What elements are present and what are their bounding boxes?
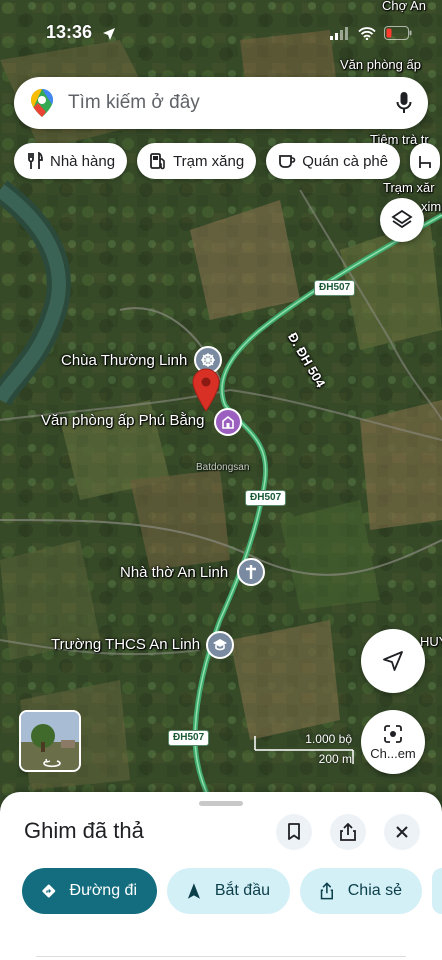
chip-coffee[interactable]: Quán cà phê bbox=[266, 143, 401, 179]
share-button[interactable]: Chia sẻ bbox=[300, 868, 422, 914]
navigation-arrow-icon bbox=[383, 651, 403, 671]
chip-restaurants[interactable]: Nhà hàng bbox=[14, 143, 128, 179]
battery-icon bbox=[384, 26, 412, 40]
status-time: 13:36 bbox=[46, 22, 93, 42]
road-shield-dh507: ĐH507 bbox=[245, 490, 287, 506]
share-icon bbox=[340, 823, 356, 841]
location-arrow-icon bbox=[103, 28, 115, 40]
scale-metric: 200 m bbox=[318, 752, 352, 766]
status-icons bbox=[330, 26, 412, 40]
lens-button[interactable]: Ch...em bbox=[361, 710, 425, 774]
start-label: Bắt đầu bbox=[214, 882, 270, 899]
layers-icon bbox=[391, 209, 413, 229]
church-icon[interactable] bbox=[237, 558, 265, 586]
cellular-signal-icon bbox=[330, 26, 348, 40]
directions-button[interactable]: Đường đi bbox=[22, 868, 157, 914]
lens-button-label: Ch...em bbox=[370, 745, 416, 761]
street-view-thumbnail[interactable] bbox=[19, 710, 81, 772]
place-label-nha-tho-an-linh[interactable]: Nhà thờ An Linh bbox=[120, 564, 228, 581]
more-actions-button[interactable] bbox=[432, 868, 442, 914]
government-office-icon[interactable] bbox=[214, 408, 242, 436]
close-icon bbox=[396, 826, 408, 838]
search-input[interactable]: Tìm kiếm ở đây bbox=[68, 92, 396, 114]
share-icon bbox=[320, 882, 333, 900]
share-label: Chia sẻ bbox=[347, 882, 402, 899]
rotate-360-icon bbox=[43, 758, 61, 768]
sheet-drag-handle[interactable] bbox=[199, 801, 243, 806]
road-shield-dh507: ĐH507 bbox=[168, 730, 210, 746]
watermark-text: Batdongsan bbox=[196, 462, 250, 473]
status-bar: 13:36 bbox=[0, 0, 442, 64]
category-chips: Nhà hàng Trạm xăng Quán cà phê bbox=[14, 143, 441, 179]
dropped-pin-icon[interactable] bbox=[192, 368, 220, 412]
scale-imperial: 1.000 bộ bbox=[305, 732, 352, 746]
place-label-chua-thuong-linh[interactable]: Chùa Thường Linh bbox=[61, 352, 187, 369]
lens-camera-icon bbox=[384, 724, 402, 743]
map-label-huyen: HUYÊ bbox=[420, 634, 442, 649]
search-bar[interactable]: Tìm kiếm ở đây bbox=[14, 77, 428, 129]
dropped-pin-sheet[interactable]: Ghim đã thả Đường đi Bắt đầu Chia sẻ bbox=[0, 792, 442, 960]
action-buttons: Đường đi Bắt đầu Chia sẻ bbox=[22, 868, 442, 914]
chip-coffee-label: Quán cà phê bbox=[302, 152, 389, 170]
sheet-divider bbox=[36, 956, 406, 957]
chip-more[interactable] bbox=[410, 143, 441, 179]
google-maps-logo-icon bbox=[31, 89, 53, 117]
road-shield-dh507: ĐH507 bbox=[314, 280, 356, 296]
chip-restaurants-label: Nhà hàng bbox=[50, 152, 116, 170]
directions-label: Đường đi bbox=[69, 882, 137, 899]
bookmark-icon bbox=[288, 823, 300, 840]
place-label-truong-thcs-an-linh[interactable]: Trường THCS An Linh bbox=[51, 636, 200, 653]
coffee-cup-icon bbox=[279, 155, 296, 168]
layers-button[interactable] bbox=[380, 198, 424, 242]
start-button[interactable]: Bắt đầu bbox=[167, 868, 290, 914]
chip-gas-stations-label: Trạm xăng bbox=[173, 152, 245, 170]
navigation-start-icon bbox=[187, 883, 200, 899]
fork-knife-icon bbox=[28, 152, 43, 169]
save-button[interactable] bbox=[276, 814, 312, 850]
directions-icon bbox=[42, 884, 56, 898]
map-label-xim: xim bbox=[421, 199, 442, 214]
close-button[interactable] bbox=[384, 814, 420, 850]
my-location-button[interactable] bbox=[361, 629, 425, 693]
place-label-van-phong-ap-phu-bang[interactable]: Văn phòng ấp Phú Bằng bbox=[41, 412, 204, 429]
chip-gas-stations[interactable]: Trạm xăng bbox=[137, 143, 257, 179]
map-scale: 1.000 bộ 200 m bbox=[254, 732, 354, 768]
microphone-icon[interactable] bbox=[396, 91, 412, 115]
gas-station-icon bbox=[150, 153, 165, 170]
wifi-icon bbox=[358, 26, 376, 40]
map-label-tram-xang: Trạm xăr bbox=[383, 180, 435, 195]
sheet-title: Ghim đã thả bbox=[24, 818, 144, 843]
hotel-icon bbox=[419, 156, 432, 168]
school-icon[interactable] bbox=[206, 631, 234, 659]
share-icon-button[interactable] bbox=[330, 814, 366, 850]
